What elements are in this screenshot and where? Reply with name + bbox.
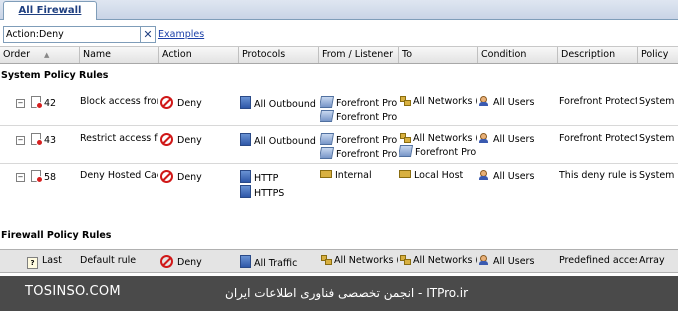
condition-cell: All Users [479,96,557,109]
deny-icon [160,133,173,146]
protocol-icon [240,170,251,183]
from-cell: Forefront Pro... Forefront Pro... [320,96,398,124]
order-cell: −42 [16,96,57,109]
from-cell: Forefront Pro... Forefront Pro... [320,133,398,161]
deny-icon [160,255,173,268]
collapse-icon[interactable]: − [16,173,25,182]
policy-cell: System [639,96,675,107]
from-cell: All Networks (... [320,255,398,267]
users-icon [479,255,490,266]
column-header-action[interactable]: Action [159,47,239,63]
condition-cell: All Users [479,170,557,183]
policy-cell: System [639,170,675,181]
rule-name: Default rule [80,255,137,266]
rule-document-icon [31,96,43,109]
collapse-icon[interactable]: − [16,136,25,145]
network-icon [320,255,332,265]
watermark-tosinso: TOSINSO.COM [25,284,121,299]
local-host-icon [399,170,411,178]
from-cell: Internal [320,170,398,182]
order-cell: −43 [16,133,57,146]
rule-document-icon [31,170,43,183]
users-icon [479,96,490,107]
rule-document-icon [31,133,43,146]
table-row[interactable]: ? Last Default rule Deny All Traffic All … [0,249,678,273]
policy-cell: System [639,133,675,144]
action-cell: Deny [160,133,202,147]
description-cell: Predefined acces... [559,255,637,266]
watermark-itpro: ITPro.ir - انجمن تخصصی فناوری اطلاعات ای… [225,286,468,300]
action-cell: Deny [160,96,202,110]
protocols-cell: All Traffic [240,255,318,270]
protocol-icon [240,255,251,268]
examples-link[interactable]: Examples [158,29,204,40]
policy-cell: Array [639,255,665,266]
condition-cell: All Users [479,133,557,146]
column-header-policy[interactable]: Policy [638,47,678,63]
server-icon [320,96,335,108]
network-icon [320,170,332,178]
rule-document-icon: ? [27,257,38,269]
search-row: ✕ Examples [0,20,678,46]
column-header-row: Order ▲ Name Action Protocols From / List… [0,46,678,64]
order-cell: ? Last [0,255,62,269]
to-cell: All Networks (... [399,96,477,108]
action-cell: Deny [160,255,202,269]
column-header-to[interactable]: To [399,47,478,63]
rule-name: Deny Hosted Cac... [80,170,158,181]
users-icon [479,133,490,144]
search-box[interactable]: ✕ [3,26,156,43]
search-input[interactable] [4,27,141,42]
sort-ascending-icon: ▲ [44,51,50,59]
rule-name: Restrict access fr... [80,133,158,144]
column-header-from-listener[interactable]: From / Listener [319,47,399,63]
rule-name: Block access from... [80,96,158,107]
network-icon [399,133,411,143]
description-cell: This deny rule is r... [559,170,637,181]
protocol-icon [240,133,251,146]
network-icon [399,255,411,265]
action-cell: Deny [160,170,202,184]
order-cell: −58 [16,170,57,183]
protocols-cell: HTTP HTTPS [240,170,318,200]
clear-search-icon[interactable]: ✕ [140,27,155,42]
protocols-cell: All Outbound ... [240,96,318,111]
to-cell: All Networks (... [399,255,477,267]
description-cell: Forefront Protect... [559,96,637,107]
to-cell: All Networks (... Forefront Pro... [399,133,477,159]
deny-icon [160,96,173,109]
server-icon [320,147,335,159]
column-header-protocols[interactable]: Protocols [239,47,319,63]
group-header-firewall-policy-rules: Firewall Policy Rules [1,230,112,241]
description-cell: Forefront Protect... [559,133,637,144]
column-header-description[interactable]: Description [558,47,638,63]
protocols-cell: All Outbound ... [240,133,318,148]
to-cell: Local Host [399,170,477,182]
column-header-condition[interactable]: Condition [478,47,558,63]
group-header-system-policy-rules: System Policy Rules [1,70,109,81]
server-icon [320,110,335,122]
condition-cell: All Users [479,255,557,268]
users-icon [479,170,490,181]
network-icon [399,96,411,106]
protocol-icon [240,185,251,198]
table-row[interactable]: −43 Restrict access fr... Deny All Outbo… [0,127,678,164]
server-icon [399,145,414,157]
column-header-order[interactable]: Order ▲ [0,47,80,63]
table-row[interactable]: −58 Deny Hosted Cac... Deny HTTP HTTPS I… [0,165,678,205]
server-icon [320,133,335,145]
deny-icon [160,170,173,183]
tab-all-firewall-policy[interactable]: All Firewall Policy [3,1,97,34]
collapse-icon[interactable]: − [16,99,25,108]
table-row[interactable]: −42 Block access from... Deny All Outbou… [0,90,678,126]
column-header-name[interactable]: Name [80,47,159,63]
tab-bar: All Firewall Policy [0,0,678,34]
protocol-icon [240,96,251,109]
